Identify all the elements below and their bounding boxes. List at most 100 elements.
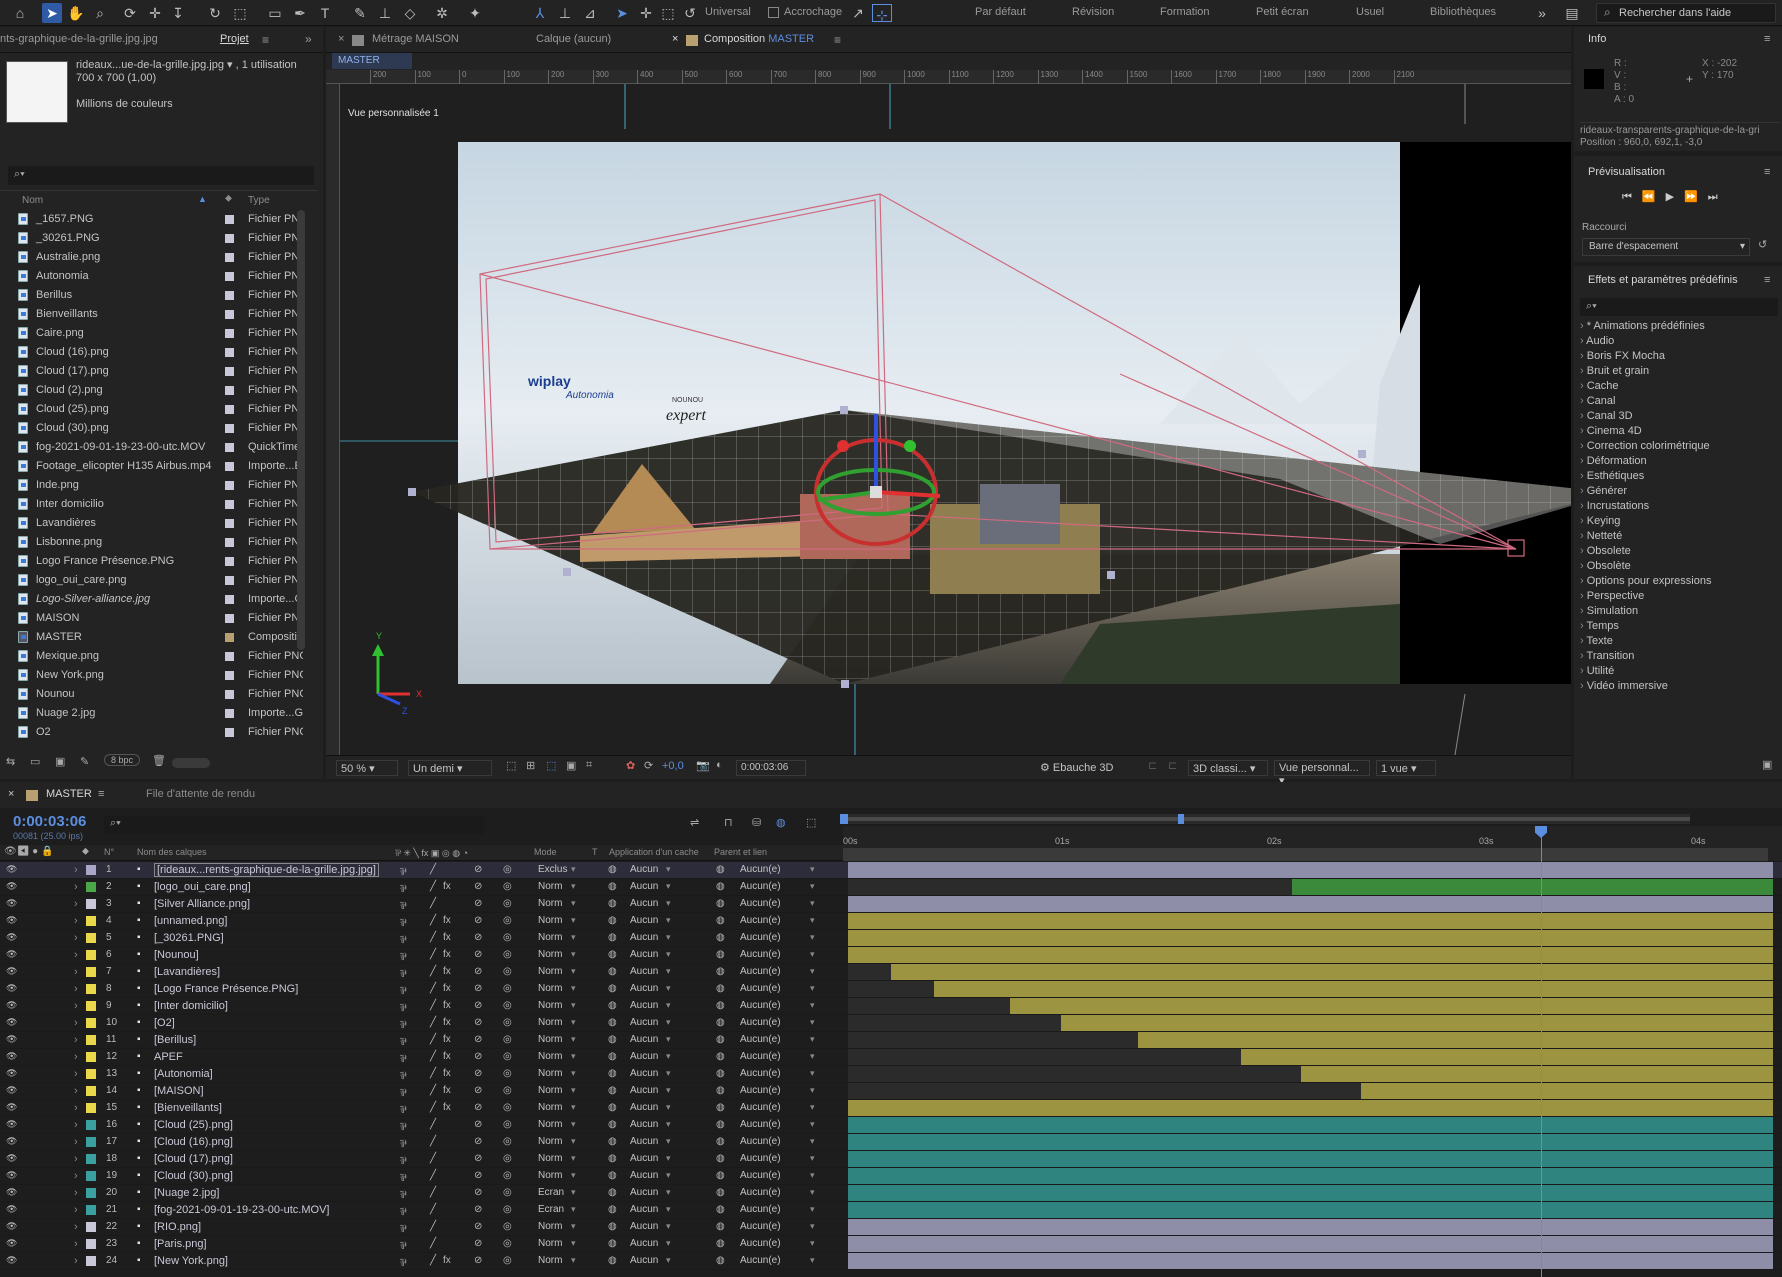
adjustment-switch-icon[interactable]: ◎ [503, 1000, 512, 1011]
parent-dropdown-icon[interactable]: ▾ [810, 966, 815, 977]
quality-switch-icon[interactable]: ╱ [430, 1068, 436, 1079]
layer-parent-select[interactable]: Aucun(e) [740, 1102, 781, 1113]
layer-mode-select[interactable]: Norm [538, 1255, 562, 1266]
close-comp-tab-icon[interactable]: × [672, 33, 678, 45]
new-composition-icon[interactable]: ▣ [55, 755, 65, 768]
matte-pickwhip-icon[interactable]: ◍ [608, 1170, 617, 1181]
layer-name[interactable]: [rideaux...rents-graphique-de-la-grille.… [154, 863, 379, 877]
layer-mode-select[interactable]: Norm [538, 932, 562, 943]
parent-pickwhip-icon[interactable]: ◍ [716, 1051, 725, 1062]
mask-visibility-icon[interactable]: ⬚ [546, 759, 556, 772]
layer-parent-select[interactable]: Aucun(e) [740, 1153, 781, 1164]
layer-row[interactable]: 👁 › 8 ▪ [Logo France Présence.PNG] ⅌ ╱ fx ⊘ ◎ Norm… [0, 981, 1782, 998]
layer-mode-select[interactable]: Norm [538, 1119, 562, 1130]
3d-layer-switch-icon[interactable]: ⊘ [474, 1102, 482, 1113]
quality-switch-icon[interactable]: ╱ [430, 1051, 436, 1062]
label-color-swatch[interactable] [225, 652, 234, 661]
shy-switch-icon[interactable]: ⅌ [400, 1136, 407, 1150]
mode-dropdown-icon[interactable]: ▾ [571, 864, 576, 875]
layer-row[interactable]: 👁 › 5 ▪ [_30261.PNG] ⅌ ╱ fx ⊘ ◎ Norm ▾ ◍ Aucun ▾ ◍ Aucun… [0, 930, 1782, 947]
layer-mode-select[interactable]: Norm [538, 1051, 562, 1062]
undo-rotate-icon[interactable]: ↺ [680, 3, 700, 23]
parent-pickwhip-icon[interactable]: ◍ [716, 881, 725, 892]
layer-duration-bar[interactable] [848, 1168, 1773, 1184]
layer-matte-select[interactable]: Aucun [630, 949, 658, 960]
effect-category[interactable]: › Déformation [1580, 455, 1647, 467]
parent-dropdown-icon[interactable]: ▾ [810, 949, 815, 960]
project-tab[interactable]: Projet [220, 33, 249, 45]
effect-category[interactable]: › Perspective [1580, 590, 1644, 602]
3d-layer-switch-icon[interactable]: ⊘ [474, 1170, 482, 1181]
parent-pickwhip-icon[interactable]: ◍ [716, 915, 725, 926]
project-item[interactable]: Lavandières Fichier PNG [0, 514, 318, 533]
play-icon[interactable]: ▶ [1666, 191, 1684, 203]
workspace-menu-icon[interactable]: ▤ [1562, 3, 1582, 23]
visibility-eye-icon[interactable]: 👁 [6, 1238, 17, 1249]
layer-row[interactable]: 👁 › 17 ▪ [Cloud (16).png] ⅌ ╱ ⊘ ◎ Norm ▾ ◍ Aucun ▾ ◍ Au… [0, 1134, 1782, 1151]
visibility-eye-icon[interactable]: 👁 [6, 1187, 17, 1198]
snap-options-icon[interactable]: ↗ [848, 3, 868, 23]
expand-layer-chevron-icon[interactable]: › [74, 1085, 78, 1097]
visibility-eye-icon[interactable]: 👁 [6, 1204, 17, 1215]
chevron-right-icon[interactable]: › [1580, 350, 1587, 362]
mode-dropdown-icon[interactable]: ▾ [571, 881, 576, 892]
effect-category[interactable]: › Obsolète [1580, 560, 1631, 572]
workspace-review[interactable]: Révision [1072, 6, 1114, 18]
col-name[interactable]: Nom [22, 195, 43, 206]
expand-layer-chevron-icon[interactable]: › [74, 1204, 78, 1216]
3d-layer-switch-icon[interactable]: ⊘ [474, 1136, 482, 1147]
shy-switch-icon[interactable]: ⅌ [400, 983, 407, 997]
layer-label-color[interactable] [86, 1001, 96, 1011]
chevron-right-icon[interactable]: › [1580, 485, 1587, 497]
layer-row[interactable]: 👁 › 16 ▪ [Cloud (25).png] ⅌ ╱ ⊘ ◎ Norm ▾ ◍ Aucun ▾ ◍ Au… [0, 1117, 1782, 1134]
adjustment-switch-icon[interactable]: ◎ [503, 1221, 512, 1232]
mode-dropdown-icon[interactable]: ▾ [571, 949, 576, 960]
work-area-bar[interactable] [843, 848, 1768, 861]
3d-layer-switch-icon[interactable]: ⊘ [474, 932, 482, 943]
effect-category[interactable]: › Keying [1580, 515, 1620, 527]
matte-dropdown-icon[interactable]: ▾ [666, 983, 671, 994]
effects-switch-icon[interactable]: fx [443, 949, 451, 960]
project-item[interactable]: Cloud (25).png Fichier PNG [0, 400, 318, 419]
chevron-right-icon[interactable]: › [1580, 545, 1587, 557]
layer-mode-select[interactable]: Norm [538, 949, 562, 960]
matte-dropdown-icon[interactable]: ▾ [666, 1238, 671, 1249]
adjustment-switch-icon[interactable]: ◎ [503, 1238, 512, 1249]
shy-switch-icon[interactable]: ⅌ [400, 1017, 407, 1031]
layer-tab[interactable]: Calque (aucun) [536, 33, 611, 45]
snap-universal-label[interactable]: Universal [705, 6, 751, 18]
label-color-swatch[interactable] [225, 291, 234, 300]
3d-layer-switch-icon[interactable]: ⊘ [474, 1221, 482, 1232]
expand-layer-chevron-icon[interactable]: › [74, 1153, 78, 1165]
layer-name[interactable]: APEF [154, 1051, 183, 1063]
label-color-swatch[interactable] [225, 443, 234, 452]
layer-mode-select[interactable]: Norm [538, 1136, 562, 1147]
visibility-eye-icon[interactable]: 👁 [6, 949, 17, 960]
adjustment-switch-icon[interactable]: ◎ [503, 881, 512, 892]
parent-pickwhip-icon[interactable]: ◍ [716, 932, 725, 943]
label-color-swatch[interactable] [225, 367, 234, 376]
parent-dropdown-icon[interactable]: ▾ [810, 881, 815, 892]
layer-name[interactable]: [New York.png] [154, 1255, 228, 1267]
quality-switch-icon[interactable]: ╱ [430, 1102, 436, 1113]
matte-pickwhip-icon[interactable]: ◍ [608, 1136, 617, 1147]
layer-name[interactable]: [logo_oui_care.png] [154, 881, 251, 893]
layer-matte-select[interactable]: Aucun [630, 915, 658, 926]
layer-name[interactable]: [RIO.png] [154, 1221, 201, 1233]
visibility-eye-icon[interactable]: 👁 [6, 1170, 17, 1181]
layer-label-color[interactable] [86, 882, 96, 892]
matte-dropdown-icon[interactable]: ▾ [666, 966, 671, 977]
adjustment-switch-icon[interactable]: ◎ [503, 864, 512, 875]
expand-layer-chevron-icon[interactable]: › [74, 864, 78, 876]
matte-dropdown-icon[interactable]: ▾ [666, 1136, 671, 1147]
layer-mode-select[interactable]: Norm [538, 1068, 562, 1079]
visibility-eye-icon[interactable]: 👁 [6, 1085, 17, 1096]
adjustment-switch-icon[interactable]: ◎ [503, 983, 512, 994]
matte-pickwhip-icon[interactable]: ◍ [608, 1204, 617, 1215]
label-color-swatch[interactable] [225, 633, 234, 642]
layer-row[interactable]: 👁 › 13 ▪ [Autonomia] ⅌ ╱ fx ⊘ ◎ Norm ▾ ◍ Aucun ▾ ◍ Aucun… [0, 1066, 1782, 1083]
matte-dropdown-icon[interactable]: ▾ [666, 915, 671, 926]
layer-duration-bar[interactable] [848, 862, 1773, 878]
layer-parent-select[interactable]: Aucun(e) [740, 1136, 781, 1147]
project-item[interactable]: Berillus Fichier PNG [0, 286, 318, 305]
